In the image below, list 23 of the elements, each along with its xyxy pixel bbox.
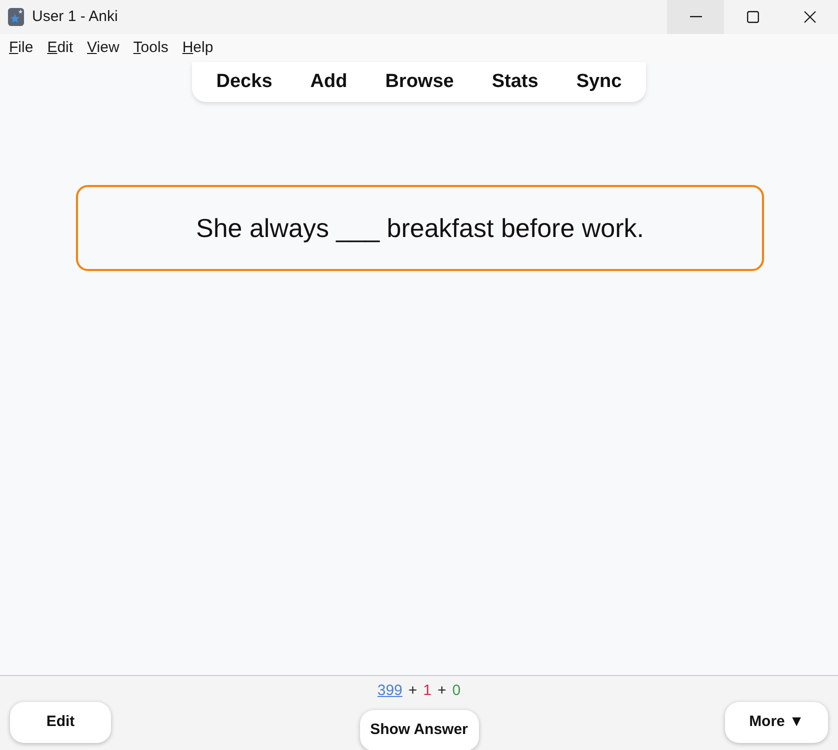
toolbar-link[interactable]: Stats (472, 68, 558, 96)
minimize-icon (690, 16, 702, 18)
plus-sign: + (438, 680, 446, 701)
due-count-link[interactable]: 399 (377, 680, 402, 702)
toolbar-link[interactable]: Add (291, 68, 366, 96)
show-answer-button[interactable]: Show Answer (360, 710, 478, 750)
menu-item[interactable]: File (9, 36, 34, 60)
more-button[interactable]: More ▼ (725, 702, 828, 743)
toolbar-link[interactable]: Sync (557, 68, 641, 96)
card-count: 1 (423, 680, 432, 701)
plus-sign: + (408, 680, 418, 701)
close-icon (804, 11, 816, 23)
toolbar-link[interactable]: Decks (197, 68, 292, 96)
toolbar-link[interactable]: Browse (366, 68, 473, 96)
question-text: She always ___ breakfast before work. (196, 212, 644, 244)
menu-item[interactable]: View (87, 36, 120, 60)
menu-item[interactable]: Tools (133, 36, 168, 60)
maximize-icon (746, 11, 758, 23)
card-count: 0 (452, 680, 461, 701)
edit-button[interactable]: Edit (10, 702, 111, 743)
menu-item[interactable]: Help (182, 36, 214, 60)
window-title: User 1 - Anki (32, 6, 118, 27)
menu-item[interactable]: Edit (47, 36, 74, 60)
